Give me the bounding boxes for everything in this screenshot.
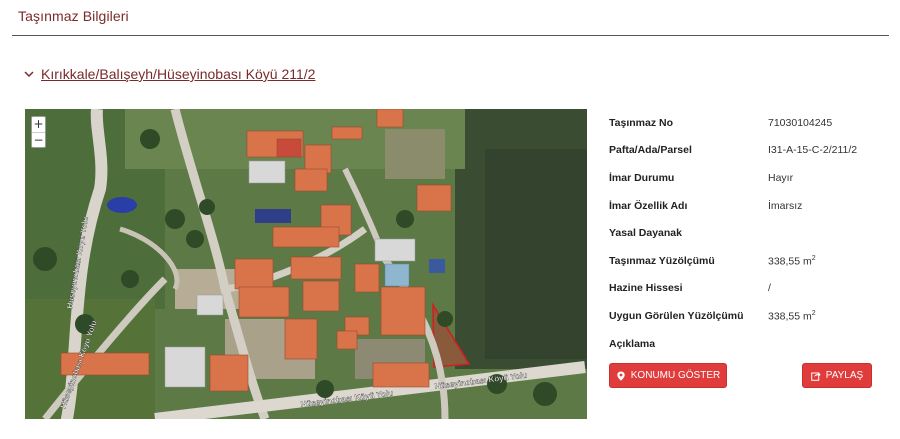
zoom-out-button[interactable]: − bbox=[32, 132, 45, 147]
share-label: PAYLAŞ bbox=[825, 370, 864, 381]
info-row: İmar Durumu Hayır bbox=[609, 164, 889, 192]
area-value: 338,55 m bbox=[768, 310, 812, 323]
property-info-table: Taşınmaz No 71030104245 Pafta/Ada/Parsel… bbox=[609, 109, 889, 357]
info-value: 338,55 m2 bbox=[768, 310, 816, 323]
title-divider bbox=[12, 35, 889, 36]
share-icon bbox=[810, 371, 821, 381]
info-row: Hazine Hissesi / bbox=[609, 275, 889, 303]
info-label: Taşınmaz No bbox=[609, 116, 673, 129]
breadcrumb-link[interactable]: Kırıkkale/Balışeyh/Hüseyinobası Köyü 211… bbox=[41, 66, 315, 82]
breadcrumb[interactable]: Kırıkkale/Balışeyh/Hüseyinobası Köyü 211… bbox=[24, 66, 315, 82]
info-row: Açıklama bbox=[609, 330, 889, 358]
info-row: Pafta/Ada/Parsel I31-A-15-C-2/211/2 bbox=[609, 137, 889, 165]
info-row: Taşınmaz Yüzölçümü 338,55 m2 bbox=[609, 247, 889, 275]
info-label: Uygun Görülen Yüzölçümü bbox=[609, 309, 744, 322]
info-value: 71030104245 bbox=[768, 116, 833, 129]
area-unit-sup: 2 bbox=[811, 309, 816, 317]
info-row: Uygun Görülen Yüzölçümü 338,55 m2 bbox=[609, 302, 889, 330]
info-value: 338,55 m2 bbox=[768, 255, 816, 268]
satellite-map[interactable]: Hüseyinobası Köyü Yolu Hüseyinobası Köyü… bbox=[25, 109, 587, 419]
info-label: Taşınmaz Yüzölçümü bbox=[609, 254, 715, 267]
info-label: Hazine Hissesi bbox=[609, 282, 683, 295]
info-label: İmar Durumu bbox=[609, 171, 675, 184]
zoom-control: + − bbox=[31, 116, 46, 148]
info-value: Hayır bbox=[768, 171, 794, 184]
info-label: Yasal Dayanak bbox=[609, 227, 682, 240]
zoom-in-button[interactable]: + bbox=[32, 117, 45, 132]
show-location-button[interactable]: KONUMU GÖSTER bbox=[609, 363, 727, 388]
info-label: İmar Özellik Adı bbox=[609, 199, 688, 212]
show-location-label: KONUMU GÖSTER bbox=[630, 370, 721, 381]
info-row: Yasal Dayanak bbox=[609, 219, 889, 247]
info-value: / bbox=[768, 282, 771, 295]
info-value: İmarsız bbox=[768, 199, 803, 212]
info-label: Pafta/Ada/Parsel bbox=[609, 144, 692, 157]
page-title: Taşınmaz Bilgileri bbox=[18, 8, 129, 24]
info-value: I31-A-15-C-2/211/2 bbox=[768, 144, 858, 157]
share-button[interactable]: PAYLAŞ bbox=[802, 363, 872, 388]
map-image: Hüseyinobası Köyü Yolu Hüseyinobası Köyü… bbox=[25, 109, 587, 419]
area-value: 338,55 m bbox=[768, 255, 812, 268]
chevron-down-icon bbox=[24, 71, 34, 78]
info-row: İmar Özellik Adı İmarsız bbox=[609, 192, 889, 220]
info-label: Açıklama bbox=[609, 337, 656, 350]
info-row: Taşınmaz No 71030104245 bbox=[609, 109, 889, 137]
area-unit-sup: 2 bbox=[811, 254, 816, 262]
map-marker-icon bbox=[617, 371, 625, 381]
